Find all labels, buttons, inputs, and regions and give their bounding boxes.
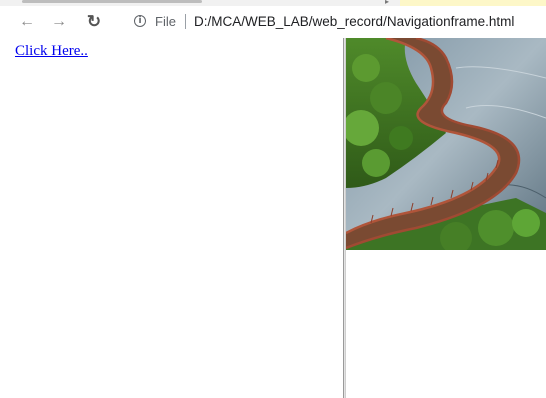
back-arrow-icon[interactable]: ← bbox=[16, 12, 38, 32]
info-icon[interactable]: i bbox=[134, 15, 146, 27]
reload-icon[interactable]: ↻ bbox=[83, 12, 105, 32]
scheme-label: File bbox=[155, 14, 176, 29]
address-separator bbox=[185, 14, 186, 29]
address-bar[interactable]: i File D:/MCA/WEB_LAB/web_record/Navigat… bbox=[120, 9, 546, 35]
scrollbar-thumb[interactable] bbox=[22, 0, 202, 3]
navigation-frame: Click Here.. bbox=[0, 38, 343, 398]
url-text[interactable]: D:/MCA/WEB_LAB/web_record/Navigationfram… bbox=[194, 13, 514, 31]
click-here-link[interactable]: Click Here.. bbox=[15, 43, 88, 60]
browser-toolbar: ← → ↻ i File D:/MCA/WEB_LAB/web_record/N… bbox=[0, 6, 546, 38]
content-frame bbox=[346, 38, 546, 398]
boardwalk-image bbox=[346, 38, 546, 250]
forward-arrow-icon[interactable]: → bbox=[48, 12, 70, 32]
